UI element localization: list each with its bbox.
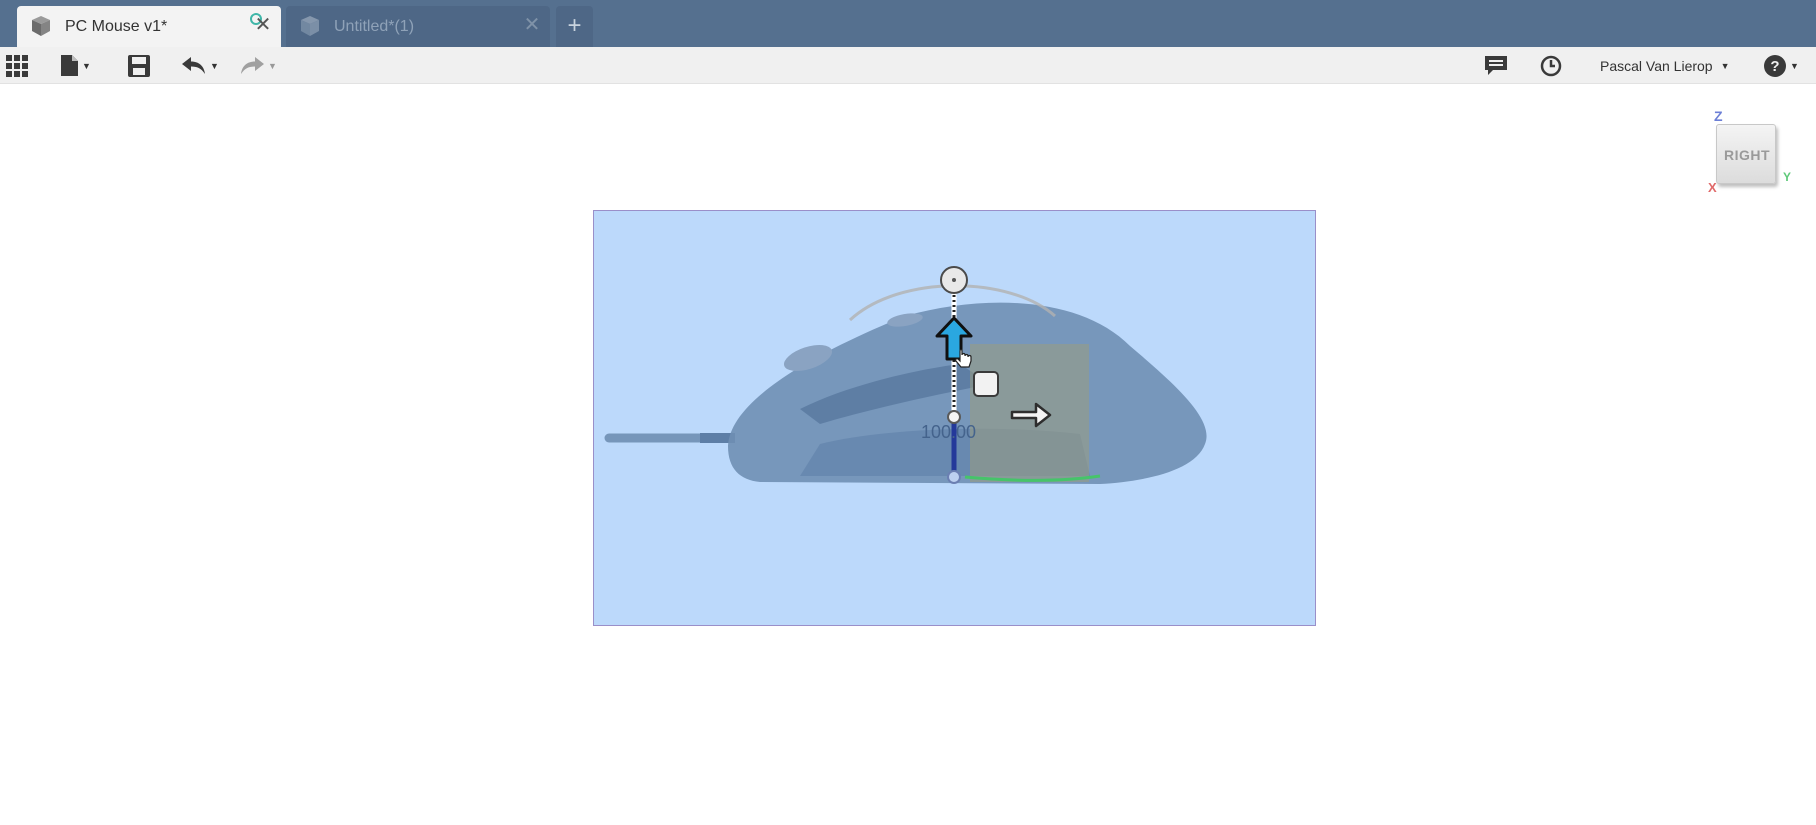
apps-grid-button[interactable] [6,47,28,84]
chevron-down-icon: ▼ [1790,60,1799,71]
history-clock-icon [1540,55,1562,76]
apps-grid-icon [6,54,28,77]
tab-pc-mouse[interactable]: PC Mouse v1* ✕ [17,6,281,47]
view-cube-face[interactable]: RIGHT [1716,124,1776,184]
file-menu-button[interactable]: ▼ [61,47,91,84]
user-name: Pascal Van Lierop [1600,57,1713,74]
close-tab-button[interactable]: ✕ [522,15,542,35]
tab-bar: PC Mouse v1* ✕ Untitled*(1) ✕ + [0,0,1816,47]
hand-cursor-icon [955,349,972,368]
undo-icon [182,56,205,74]
history-button[interactable] [1540,47,1562,84]
redo-button[interactable]: ▼ [240,47,277,84]
axis-z-label: Z [1714,108,1723,124]
chevron-down-icon: ▼ [210,60,219,71]
component-cube-icon [32,16,50,36]
mouse-model[interactable] [0,84,1816,825]
tab-title: PC Mouse v1* [65,18,168,35]
user-menu[interactable]: Pascal Van Lierop ▼ [1600,47,1730,84]
chevron-down-icon: ▼ [268,60,277,71]
undo-button[interactable]: ▼ [182,47,219,84]
save-icon [128,54,150,77]
rotate-handle[interactable] [940,266,968,294]
axis-y-label: Y [1783,170,1792,184]
chevron-down-icon: ▼ [1720,60,1730,71]
view-cube-face-label: RIGHT [1723,147,1771,163]
svg-text:?: ? [1770,58,1779,75]
comments-icon [1485,55,1507,75]
help-icon: ? [1764,54,1786,77]
comments-button[interactable] [1485,47,1507,84]
help-button[interactable]: ? ▼ [1764,47,1799,84]
base-point[interactable] [947,470,961,484]
canvas-viewport[interactable]: 100.00 Z RIGHT Y X [0,84,1816,825]
new-tab-button[interactable]: + [556,6,593,47]
file-icon [61,55,78,76]
toolbar: ▼ ▼ ▼ Pascal Van Lierop ▼ ? ▼ [0,47,1816,84]
view-cube[interactable]: RIGHT [1716,124,1778,186]
planar-move-handle[interactable] [973,371,999,397]
redo-icon [241,56,264,74]
close-tab-button[interactable]: ✕ [253,15,273,35]
tab-untitled[interactable]: Untitled*(1) ✕ [286,6,550,47]
dimension-value-label[interactable]: 100.00 [921,422,976,443]
axis-x-label: X [1708,180,1717,195]
save-button[interactable] [128,47,150,84]
tab-title: Untitled*(1) [334,18,415,35]
arrow-right-icon[interactable] [1009,400,1053,430]
chevron-down-icon: ▼ [82,60,91,71]
component-cube-icon [301,16,319,36]
